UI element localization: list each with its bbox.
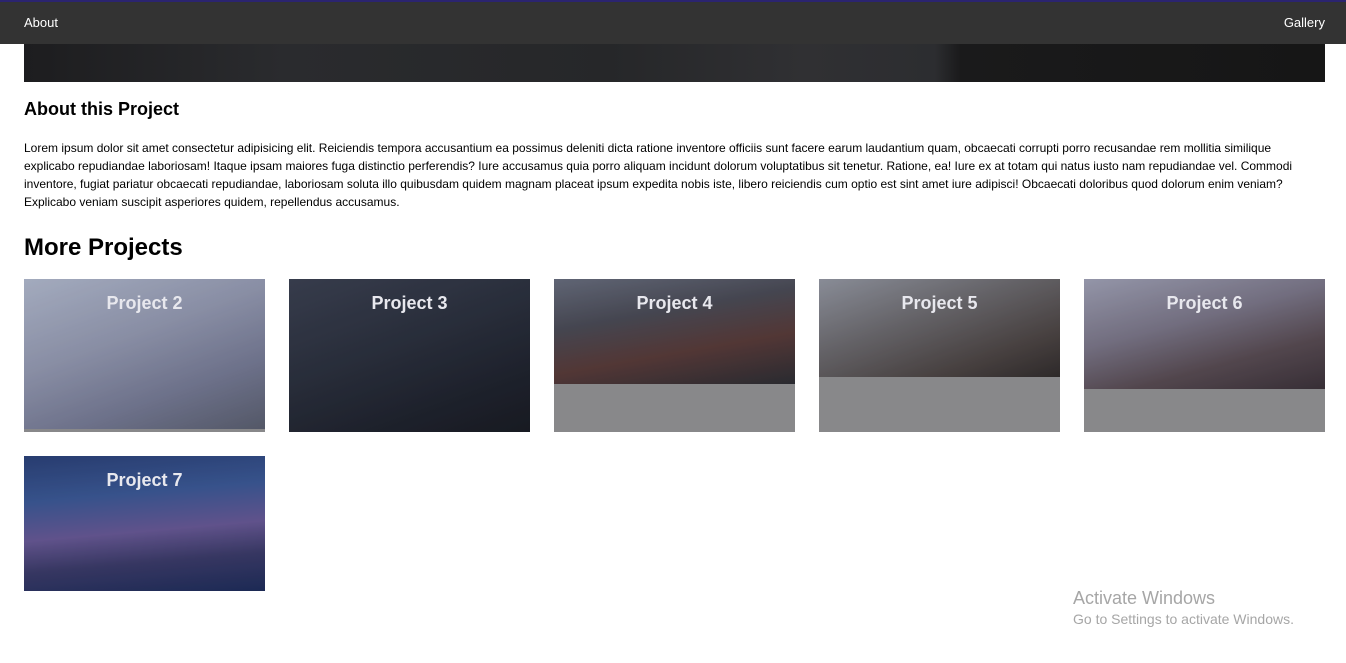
project-label: Project 4 [636, 293, 713, 313]
project-label: Project 5 [901, 293, 978, 313]
about-description: Lorem ipsum dolor sit amet consectetur a… [24, 141, 1293, 209]
project-card-5[interactable]: Project 5 [819, 279, 1060, 432]
project-card-2[interactable]: Project 2 [24, 279, 265, 432]
project-label: Project 2 [106, 293, 183, 313]
project-label: Project 7 [106, 470, 183, 490]
about-title: About this Project [24, 99, 180, 119]
more-projects-title: More Projects [24, 234, 183, 261]
watermark-subtitle: Go to Settings to activate Windows. [1073, 611, 1294, 627]
project-label: Project 3 [371, 293, 448, 313]
project-card-4[interactable]: Project 4 [554, 279, 795, 432]
top-navbar: About Gallery [0, 0, 1346, 44]
project-label: Project 6 [1166, 293, 1243, 313]
project-card-3[interactable]: Project 3 [289, 279, 530, 432]
nav-about-link[interactable]: About [24, 15, 58, 30]
watermark-title: Activate Windows [1073, 588, 1216, 608]
project-card-6[interactable]: Project 6 [1084, 279, 1325, 432]
hero-image [24, 44, 1325, 82]
project-card-7[interactable]: Project 7 [24, 456, 265, 591]
windows-activation-watermark: Activate Windows Go to Settings to activ… [1073, 587, 1294, 629]
nav-gallery-link[interactable]: Gallery [1284, 15, 1325, 30]
